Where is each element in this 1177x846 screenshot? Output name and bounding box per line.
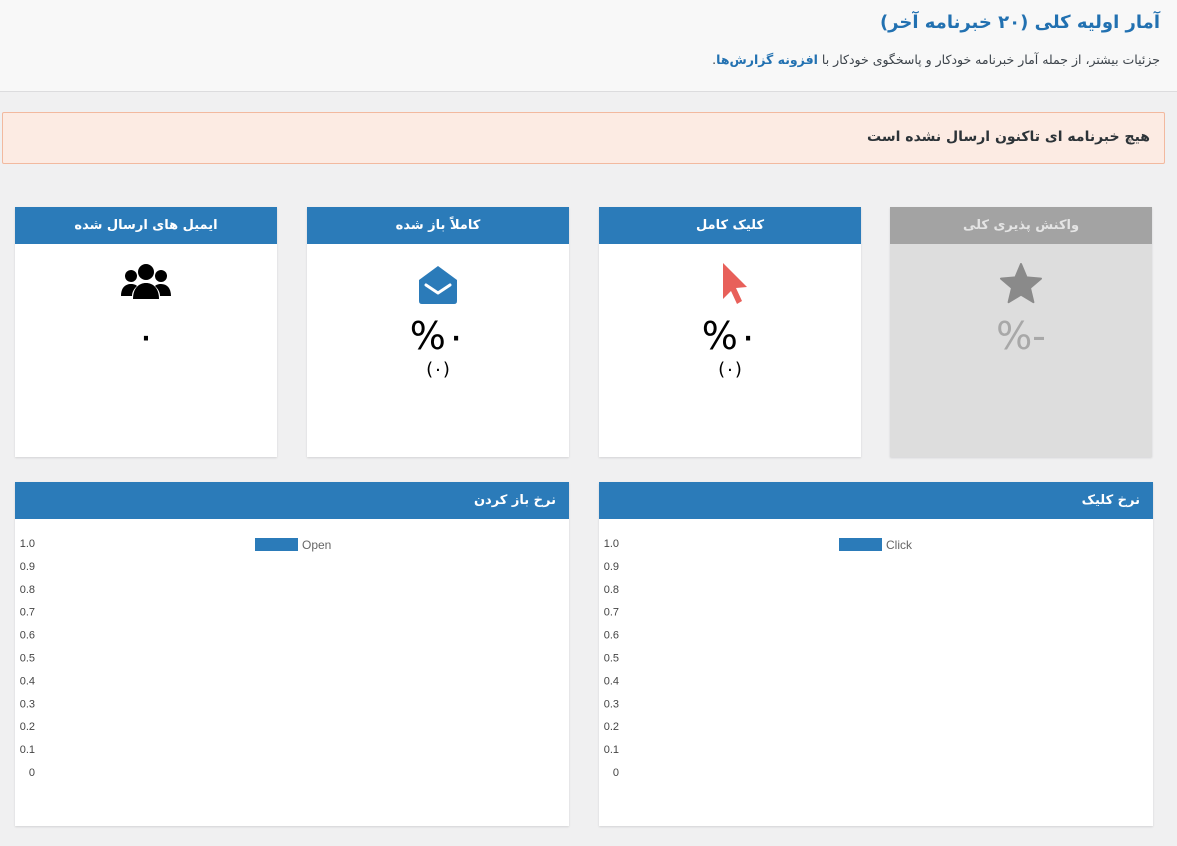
chart-legend: Open [255,538,331,552]
envelope-open-icon [307,263,569,305]
y-tick-label: 0 [29,767,35,779]
open-rate-chart-box: نرخ باز کردن Open 1.0 0.9 0.8 0.7 0.6 0.5 0.4 0.… [15,482,569,826]
card-value: %۰ [409,314,467,358]
y-tick-label: 0.7 [20,607,35,619]
card-value: ۰ [135,314,157,358]
y-tick-label: 0.2 [604,721,619,733]
y-tick-label: 0.5 [20,653,35,665]
y-tick-label: 0.6 [20,630,35,642]
card-value: %- [996,314,1046,358]
card-fully-opened: کاملاً باز شده %۰ (۰) [307,207,569,457]
click-rate-chart: Click 1.0 0.9 0.8 0.7 0.6 0.5 0.4 0.3 0.2 0.1 0 [604,538,913,779]
y-tick-label: 0.4 [604,675,619,687]
cursor-icon [599,263,861,305]
card-sent-emails: ایمیل های ارسال شده ۰ [15,207,277,457]
no-newsletter-notice: هیچ خبرنامه ای تاکنون ارسال نشده است [2,112,1165,164]
y-tick-label: 0.5 [604,653,619,665]
chart-title: نرخ باز کردن [15,482,569,519]
reports-addon-link[interactable]: افزونه گزارش‌ها [716,52,818,67]
legend-swatch [255,538,298,551]
y-tick-label: 0.7 [604,607,619,619]
y-tick-label: 1.0 [20,538,35,550]
y-tick-label: 0.8 [604,584,619,596]
y-tick-label: 1.0 [604,538,619,550]
notice-text: هیچ خبرنامه ای تاکنون ارسال نشده است [867,129,1150,145]
users-icon [15,263,277,305]
y-tick-label: 0.6 [604,630,619,642]
page-title: آمار اولیه کلی (۲۰ خبرنامه آخر) [879,12,1160,33]
card-title: کلیک کامل [599,207,861,244]
card-title: کاملاً باز شده [307,207,569,244]
legend-swatch [839,538,882,551]
card-title: ایمیل های ارسال شده [15,207,277,244]
y-tick-label: 0.9 [604,561,619,573]
card-title: واکنش پذیری کلی [890,207,1152,244]
y-tick-label: 0.3 [20,698,35,710]
chart-title: نرخ کلیک [599,482,1153,519]
y-tick-label: 0.2 [20,721,35,733]
y-tick-label: 0.9 [20,561,35,573]
card-overall-engagement: واکنش پذیری کلی %- [890,207,1152,457]
page-header: آمار اولیه کلی (۲۰ خبرنامه آخر) جزئیات ب… [0,0,1177,92]
chart-legend: Click [839,538,913,552]
card-sub: (۰) [426,359,450,380]
open-rate-chart: Open 1.0 0.9 0.8 0.7 0.6 0.5 0.4 0.3 0.2 0.1 0 [20,538,331,779]
y-tick-label: 0 [613,767,619,779]
star-icon [890,263,1152,305]
page-subtitle: جزئیات بیشتر، از جمله آمار خبرنامه خودکا… [712,52,1160,67]
click-rate-chart-box: نرخ کلیک Click 1.0 0.9 0.8 0.7 0.6 0.5 0.4 0.3 0.… [599,482,1153,826]
y-tick-label: 0.1 [20,744,35,756]
legend-label: Open [302,538,331,552]
y-tick-label: 0.4 [20,675,35,687]
card-value: %۰ [701,314,759,358]
card-full-click: کلیک کامل %۰ (۰) [599,207,861,457]
subtitle-text: جزئیات بیشتر، از جمله آمار خبرنامه خودکا… [821,52,1160,67]
y-tick-label: 0.8 [20,584,35,596]
legend-label: Click [886,538,913,552]
y-tick-label: 0.3 [604,698,619,710]
y-tick-label: 0.1 [604,744,619,756]
card-sub: (۰) [718,359,742,380]
